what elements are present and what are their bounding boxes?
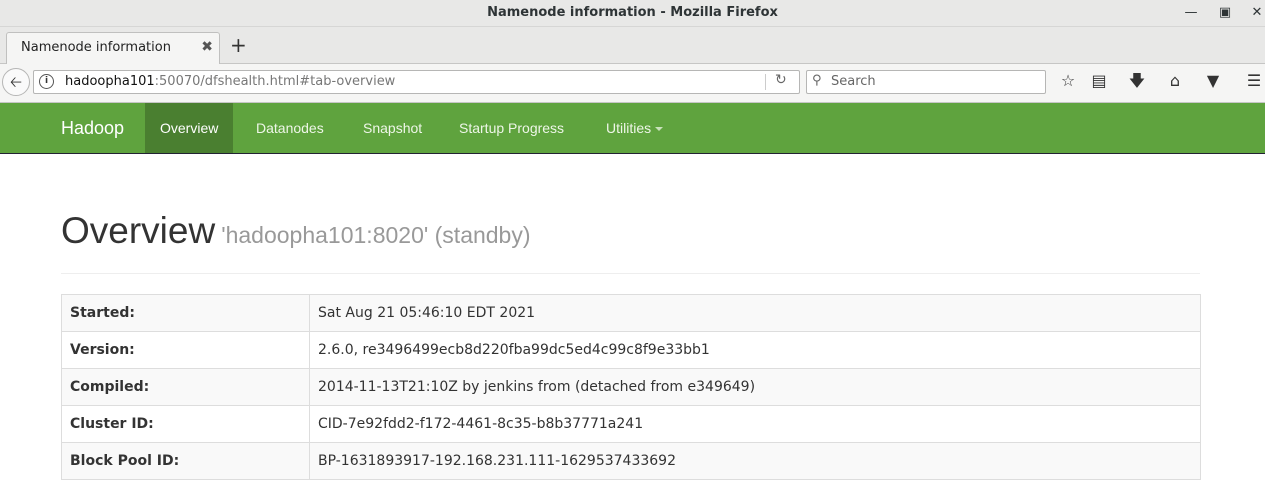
back-arrow-icon[interactable]: 🡠 (2, 68, 30, 96)
table-row: Started: Sat Aug 21 05:46:10 EDT 2021 (61, 294, 1201, 332)
row-value: Sat Aug 21 05:46:10 EDT 2021 (309, 294, 1201, 332)
reading-list-icon[interactable]: ▤ (1088, 71, 1110, 93)
row-value: BP-1631893917-192.168.231.111-1629537433… (309, 442, 1201, 480)
table-row: Version: 2.6.0, re3496499ecb8d220fba99dc5… (61, 331, 1201, 369)
navigation-toolbar: 🡠 i hadoopha101:50070/dfshealth.html#tab… (0, 64, 1265, 103)
table-row: Cluster ID: CID-7e92fdd2-f172-4461-8c35-b… (61, 405, 1201, 443)
overview-table: Started: Sat Aug 21 05:46:10 EDT 2021 Vers… (61, 294, 1201, 480)
row-value: 2014-11-13T21:10Z by jenkins from (detac… (309, 368, 1201, 406)
row-key: Cluster ID: (61, 405, 310, 443)
reload-icon[interactable]: ↻ (775, 72, 787, 88)
brand-logo[interactable]: Hadoop (61, 118, 124, 139)
star-icon[interactable]: ☆ (1057, 71, 1079, 93)
page-subtitle: 'hadoopha101:8020' (standby) (221, 222, 531, 248)
window-title: Namenode information - Mozilla Firefox (487, 5, 778, 20)
search-icon: ⚲ (812, 73, 822, 88)
url-text[interactable]: hadoopha101:50070/dfshealth.html#tab-ove… (65, 74, 395, 89)
url-separator (765, 74, 766, 90)
page-header: Overview'hadoopha101:8020' (standby) (61, 210, 1200, 274)
window-titlebar: Namenode information - Mozilla Firefox —… (0, 0, 1265, 27)
table-row: Compiled: 2014-11-13T21:10Z by jenkins fr… (61, 368, 1201, 406)
tab-strip: Namenode information ✖ + (0, 27, 1265, 64)
hamburger-menu-icon[interactable]: ☰ (1243, 71, 1265, 93)
nav-datanodes[interactable]: Datanodes (256, 103, 324, 153)
row-key: Started: (61, 294, 310, 332)
nav-utilities-label: Utilities (606, 120, 652, 136)
url-path: :50070/dfshealth.html#tab-overview (154, 74, 396, 89)
chevron-down-icon (655, 127, 664, 132)
row-key: Version: (61, 331, 310, 369)
tab-title: Namenode information (21, 40, 171, 55)
nav-utilities[interactable]: Utilities (606, 103, 664, 153)
maximize-icon[interactable]: ▣ (1215, 3, 1235, 23)
page-title-text: Overview (61, 210, 216, 251)
home-icon[interactable]: ⌂ (1164, 71, 1186, 93)
row-key: Block Pool ID: (61, 442, 310, 480)
nav-overview[interactable]: Overview (145, 103, 234, 153)
hadoop-navbar: Hadoop Overview Datanodes Snapshot Start… (0, 103, 1265, 154)
search-placeholder: Search (831, 74, 876, 89)
minimize-icon[interactable]: — (1181, 3, 1201, 23)
download-icon[interactable]: 🡇 (1126, 71, 1148, 93)
nav-startup-progress[interactable]: Startup Progress (459, 103, 564, 153)
search-input[interactable]: ⚲ Search (806, 70, 1046, 94)
row-value: 2.6.0, re3496499ecb8d220fba99dc5ed4c99c8… (309, 331, 1201, 369)
url-host: hadoopha101 (65, 74, 155, 89)
info-icon[interactable]: i (39, 74, 54, 89)
table-row: Block Pool ID: BP-1631893917-192.168.231.… (61, 442, 1201, 480)
close-icon[interactable]: ✕ (1247, 3, 1265, 23)
new-tab-icon[interactable]: + (230, 35, 247, 55)
nav-snapshot[interactable]: Snapshot (363, 103, 422, 153)
browser-tab[interactable]: Namenode information ✖ (6, 32, 220, 64)
page-title: Overview'hadoopha101:8020' (standby) (61, 210, 531, 252)
url-bar[interactable]: i hadoopha101:50070/dfshealth.html#tab-o… (33, 70, 800, 94)
pocket-icon[interactable]: ▼ (1202, 71, 1224, 93)
tab-close-icon[interactable]: ✖ (201, 39, 213, 55)
row-value: CID-7e92fdd2-f172-4461-8c35-b8b37771a241 (309, 405, 1201, 443)
row-key: Compiled: (61, 368, 310, 406)
